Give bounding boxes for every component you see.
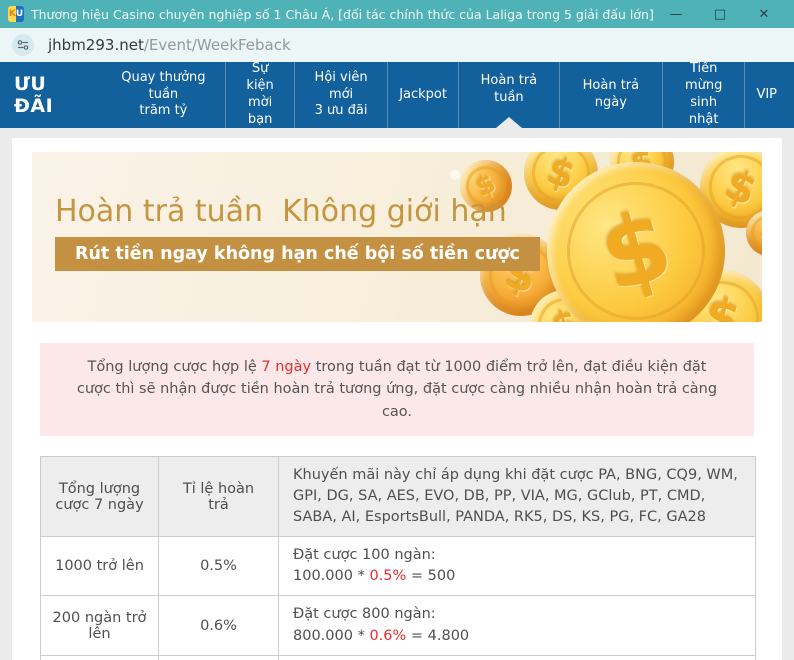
nav-item-jackpot[interactable]: Jackpot bbox=[387, 62, 458, 128]
table-row: 200 ngàn trở lên 0.6% Đặt cược 800 ngàn:… bbox=[41, 596, 756, 655]
close-icon: ✕ bbox=[759, 7, 770, 22]
minimize-icon: — bbox=[670, 7, 683, 22]
window-title: Thương hiệu Casino chuyên nghiệp số 1 Ch… bbox=[31, 7, 654, 22]
address-bar: jhbm293.net/Event/WeekFeback bbox=[0, 28, 794, 62]
url-path: /Event/WeekFeback bbox=[144, 36, 291, 54]
calc-rate: 0.6% bbox=[369, 628, 406, 644]
example-title: Đặt cược 800 ngàn: bbox=[293, 606, 436, 622]
header-rebate-rate: Tỉ lệ hoàn trả bbox=[159, 457, 279, 537]
notice-highlight: 7 ngày bbox=[261, 359, 311, 375]
nav-item-hoan-tra-ngay[interactable]: Hoàn trả ngày bbox=[559, 62, 662, 128]
example-title: Đặt cược 100 ngàn: bbox=[293, 547, 436, 563]
table-row: 1000 trở lên 0.5% Đặt cược 100 ngàn: 100… bbox=[41, 537, 756, 596]
maximize-icon: □ bbox=[714, 7, 726, 22]
close-button[interactable]: ✕ bbox=[742, 0, 786, 28]
page-content: $ $ $ $ $ $ $ $ $ Hoàn trả tuần Không gi… bbox=[0, 128, 794, 660]
calc-rate: 0.5% bbox=[369, 568, 406, 584]
url-text[interactable]: jhbm293.net/Event/WeekFeback bbox=[48, 36, 291, 54]
nav-item-vip[interactable]: VIP bbox=[744, 62, 788, 128]
nav-brand-uudai: ƯU ĐÃI bbox=[14, 62, 101, 128]
minimize-button[interactable]: — bbox=[654, 0, 698, 28]
row-example: Đặt cược 1,2 triệu điểm: 1.200.000 * 0.7… bbox=[279, 655, 756, 660]
nav-item-hoan-tra-tuan[interactable]: Hoàn trả tuần bbox=[458, 62, 559, 128]
promo-banner: $ $ $ $ $ $ $ $ $ Hoàn trả tuần Không gi… bbox=[32, 152, 762, 322]
nav-item-hoi-vien-moi[interactable]: Hội viên mới 3 ưu đãi bbox=[294, 62, 387, 128]
sparkle-dot bbox=[450, 170, 460, 180]
site-settings-icon[interactable] bbox=[12, 34, 34, 56]
header-promo-conditions: Khuyến mãi này chỉ áp dụng khi đặt cược … bbox=[279, 457, 756, 537]
row-rate: 0.7% bbox=[159, 655, 279, 660]
promo-card: $ $ $ $ $ $ $ $ $ Hoàn trả tuần Không gi… bbox=[12, 138, 782, 660]
header-total-bets: Tổng lượng cược 7 ngày bbox=[41, 457, 159, 537]
calc-prefix: 100.000 * bbox=[293, 568, 369, 584]
nav-item-tien-mung-sinh-nhat[interactable]: Tiền mừng sinh nhật bbox=[662, 62, 745, 128]
promo-nav-bar: ƯU ĐÃI Quay thưởng tuần trăm tỷ Sự kiện … bbox=[0, 62, 794, 128]
row-rate: 0.6% bbox=[159, 596, 279, 655]
row-amount: 200 ngàn trở lên bbox=[41, 596, 159, 655]
row-example: Đặt cược 100 ngàn: 100.000 * 0.5% = 500 bbox=[279, 537, 756, 596]
calc-prefix: 800.000 * bbox=[293, 628, 369, 644]
window-titlebar: KU Thương hiệu Casino chuyên nghiệp số 1… bbox=[0, 0, 794, 28]
nav-item-su-kien-moi-ban[interactable]: Sự kiện mời bạn bbox=[225, 62, 294, 128]
row-example: Đặt cược 800 ngàn: 800.000 * 0.6% = 4.80… bbox=[279, 596, 756, 655]
favicon-letter-k: K bbox=[9, 9, 16, 19]
nav-list: Quay thưởng tuần trăm tỷ Sự kiện mời bạn… bbox=[101, 62, 788, 128]
row-amount: 1000 trở lên bbox=[41, 537, 159, 596]
banner-subtitle: Rút tiền ngay không hạn chế bội số tiền … bbox=[55, 237, 540, 271]
calc-suffix: = 4.800 bbox=[406, 628, 469, 644]
table-header-row: Tổng lượng cược 7 ngày Tỉ lệ hoàn trả Kh… bbox=[41, 457, 756, 537]
ku-favicon-icon: KU bbox=[8, 6, 24, 22]
favicon-letter-u: U bbox=[16, 9, 23, 19]
table-row: 1 triệu trở lên 0.7% Đặt cược 1,2 triệu … bbox=[41, 655, 756, 660]
calc-suffix: = 500 bbox=[406, 568, 455, 584]
promo-notice: Tổng lượng cược hợp lệ 7 ngày trong tuần… bbox=[40, 343, 754, 436]
maximize-button[interactable]: □ bbox=[698, 0, 742, 28]
window-controls: — □ ✕ bbox=[654, 0, 786, 28]
url-domain: jhbm293.net bbox=[48, 36, 144, 54]
notice-text-prefix: Tổng lượng cược hợp lệ bbox=[88, 359, 262, 375]
rebate-table: Tổng lượng cược 7 ngày Tỉ lệ hoàn trả Kh… bbox=[40, 456, 756, 660]
row-amount: 1 triệu trở lên bbox=[41, 655, 159, 660]
nav-item-quay-thuong-tuan[interactable]: Quay thưởng tuần trăm tỷ bbox=[101, 62, 225, 128]
tune-icon bbox=[17, 39, 29, 51]
row-rate: 0.5% bbox=[159, 537, 279, 596]
banner-title: Hoàn trả tuần Không giới hạn bbox=[55, 194, 507, 229]
